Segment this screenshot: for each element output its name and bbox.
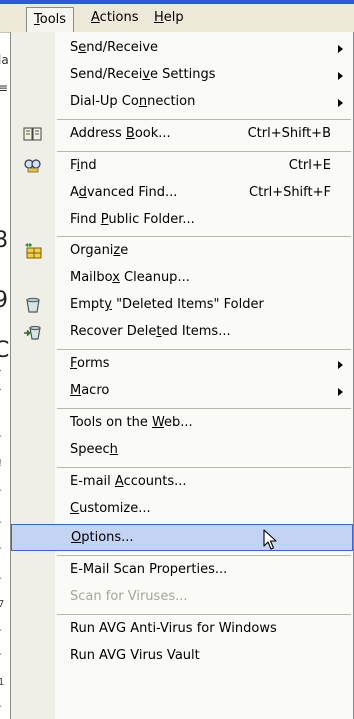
menu-item-shortcut: Ctrl+Shift+B (247, 126, 331, 141)
menu-item-label: E-mail Accounts... (70, 474, 187, 489)
menu-item-label: Send/Receive (70, 40, 159, 55)
menu-item-label: Advanced Find... (70, 185, 178, 200)
menu-item-label: Forms (70, 356, 110, 371)
submenu-arrow-icon (338, 45, 343, 53)
menu-item-label: Macro (70, 383, 110, 398)
background-text-fragment: - (0, 701, 2, 712)
menu-item-macro[interactable]: Macro (11, 379, 353, 403)
menu-item-forms[interactable]: Forms (11, 352, 353, 376)
background-text-fragment: - (0, 485, 2, 496)
menu-item-shortcut: Ctrl+Shift+F (249, 185, 331, 200)
background-text-fragment: 7 (0, 599, 5, 610)
menu-item-label: Address Book... (70, 126, 171, 141)
menu-item-label: Run AVG Anti-Virus for Windows (70, 621, 277, 636)
background-text-fragment: - (0, 573, 2, 584)
menu-item-tools-on-the-web[interactable]: Tools on the Web... (11, 411, 353, 435)
menu-separator (57, 119, 351, 120)
menu-item-label: Find (70, 158, 97, 173)
menu-separator (57, 555, 351, 556)
background-text-fragment: ! (0, 458, 2, 469)
menu-item-find-public-folder[interactable]: Find Public Folder... (11, 208, 353, 232)
background-text-fragment: 8 (0, 228, 8, 253)
background-text-fragment: - (0, 431, 2, 442)
menu-actions[interactable]: Actions (84, 8, 146, 28)
menu-item-email-scan-properties[interactable]: E-Mail Scan Properties... (11, 558, 353, 582)
menu-item-label: Recover Deleted Items... (70, 324, 231, 339)
submenu-arrow-icon (338, 361, 343, 369)
empty-trash-icon (23, 296, 43, 314)
submenu-arrow-icon (338, 388, 343, 396)
organize-icon (23, 242, 43, 260)
menu-item-label: E-Mail Scan Properties... (70, 562, 228, 577)
menu-item-label: Empty "Deleted Items" Folder (70, 297, 264, 312)
menu-item-find[interactable]: Find Ctrl+E (11, 154, 353, 178)
background-text-fragment: - (0, 517, 2, 528)
address-book-icon (23, 125, 43, 143)
menu-item-email-accounts[interactable]: E-mail Accounts... (11, 470, 353, 494)
menu-item-organize[interactable]: Organize (11, 239, 353, 263)
submenu-arrow-icon (338, 99, 343, 107)
menu-item-mailbox-cleanup[interactable]: Mailbox Cleanup... (11, 266, 353, 290)
menu-item-label: Find Public Folder... (70, 212, 195, 227)
submenu-arrow-icon (338, 72, 343, 80)
menu-item-scan-for-viruses: Scan for Viruses... (11, 585, 353, 609)
menu-item-label: Dial-Up Connection (70, 94, 196, 109)
background-text-fragment: - (0, 625, 2, 636)
mouse-pointer-icon (263, 529, 279, 551)
menu-item-advanced-find[interactable]: Advanced Find... Ctrl+Shift+F (11, 181, 353, 205)
menu-item-recover-deleted-items[interactable]: Recover Deleted Items... (11, 320, 353, 344)
menu-separator (57, 614, 351, 615)
background-text-fragment: C (0, 338, 10, 363)
menu-item-label: Send/Receive Settings (70, 67, 216, 82)
menu-item-label: Organize (70, 243, 129, 258)
menu-item-empty-deleted-items[interactable]: Empty "Deleted Items" Folder (11, 293, 353, 317)
background-text-fragment: ≡ (0, 81, 9, 95)
menu-item-dial-up-connection[interactable]: Dial-Up Connection (11, 90, 353, 114)
menu-help[interactable]: Help (147, 8, 191, 28)
menu-bar: Tools Actions Help (0, 4, 354, 33)
menu-item-send-receive-settings[interactable]: Send/Receive Settings (11, 63, 353, 87)
menu-item-options[interactable]: Options... (11, 524, 353, 551)
background-text-fragment: - (0, 649, 2, 660)
menu-item-label: Options... (71, 530, 134, 545)
menu-tools[interactable]: Tools (26, 7, 75, 33)
background-text-fragment: 9 (0, 288, 8, 313)
background-text-fragment: ( (0, 368, 3, 393)
menu-separator (57, 236, 351, 237)
menu-item-speech[interactable]: Speech (11, 438, 353, 462)
menu-item-customize[interactable]: Customize... (11, 497, 353, 521)
menu-item-shortcut: Ctrl+E (288, 158, 331, 173)
tools-dropdown-menu: Send/Receive Send/Receive Settings Dial-… (10, 32, 354, 719)
menu-item-label: Customize... (70, 501, 151, 516)
menu-item-address-book[interactable]: Address Book... Ctrl+Shift+B (11, 122, 353, 146)
menu-separator (57, 151, 351, 152)
menu-separator (57, 467, 351, 468)
menu-item-label: Scan for Viruses... (70, 589, 188, 604)
menu-item-label: Run AVG Virus Vault (70, 648, 200, 663)
background-text-fragment: la (0, 53, 9, 67)
menu-item-run-avg-anti-virus[interactable]: Run AVG Anti-Virus for Windows (11, 617, 353, 641)
find-icon (23, 157, 43, 175)
menu-separator (57, 349, 351, 350)
menu-separator (57, 408, 351, 409)
menu-item-label: Tools on the Web... (70, 415, 193, 430)
background-text-fragment: - (0, 543, 2, 554)
background-text-fragment: 1 (0, 677, 5, 688)
background-application-strip: la ≡ 8 9 C ( - ! - - - - 7 - - 1 - (0, 33, 10, 719)
menu-item-run-avg-virus-vault[interactable]: Run AVG Virus Vault (11, 644, 353, 668)
menu-item-label: Speech (70, 442, 118, 457)
recover-icon (23, 323, 43, 341)
menu-item-send-receive[interactable]: Send/Receive (11, 36, 353, 60)
menu-item-label: Mailbox Cleanup... (70, 270, 190, 285)
